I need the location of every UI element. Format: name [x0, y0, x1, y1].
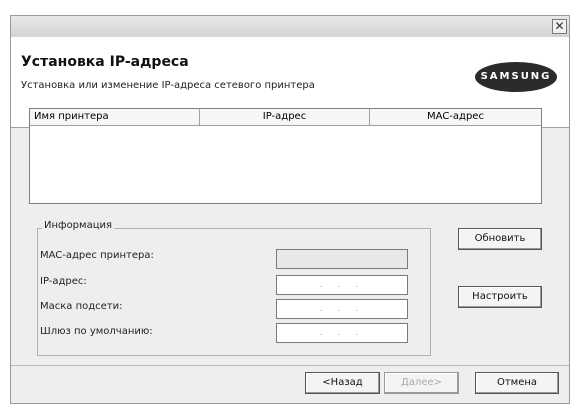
mac-address-field — [276, 249, 408, 269]
mac-address-label: MAC-адрес принтера: — [40, 250, 154, 261]
footer-divider — [11, 365, 569, 366]
subnet-mask-field[interactable]: . . . — [276, 299, 408, 319]
subnet-mask-label: Маска подсети: — [40, 301, 123, 312]
default-gateway-field[interactable]: . . . — [276, 323, 408, 343]
close-icon[interactable]: ✕ — [552, 19, 567, 34]
default-gateway-label: Шлюз по умолчанию: — [40, 326, 153, 337]
ip-address-field[interactable]: . . . — [276, 275, 408, 295]
page-subtitle: Установка или изменение IP-адреса сетево… — [21, 80, 315, 91]
configure-button[interactable]: Настроить — [458, 286, 542, 308]
next-button: Далее> — [384, 372, 459, 394]
page-title: Установка IP-адреса — [21, 54, 189, 70]
column-header-ip-address[interactable]: IP-адрес — [200, 109, 370, 125]
title-bar: ✕ — [11, 16, 569, 37]
cancel-button[interactable]: Отмена — [475, 372, 559, 394]
column-header-mac-address[interactable]: MAC-адрес — [370, 109, 541, 125]
refresh-button[interactable]: Обновить — [458, 228, 542, 250]
samsung-logo: SAMSUNG — [475, 62, 557, 92]
column-header-printer-name[interactable]: Имя принтера — [30, 109, 200, 125]
ip-address-label: IP-адрес: — [40, 276, 87, 287]
back-button[interactable]: <Назад — [305, 372, 380, 394]
printer-list-header: Имя принтера IP-адрес MAC-адрес — [30, 109, 541, 126]
information-group-title: Информация — [42, 220, 115, 231]
printer-list[interactable]: Имя принтера IP-адрес MAC-адрес — [29, 108, 542, 204]
